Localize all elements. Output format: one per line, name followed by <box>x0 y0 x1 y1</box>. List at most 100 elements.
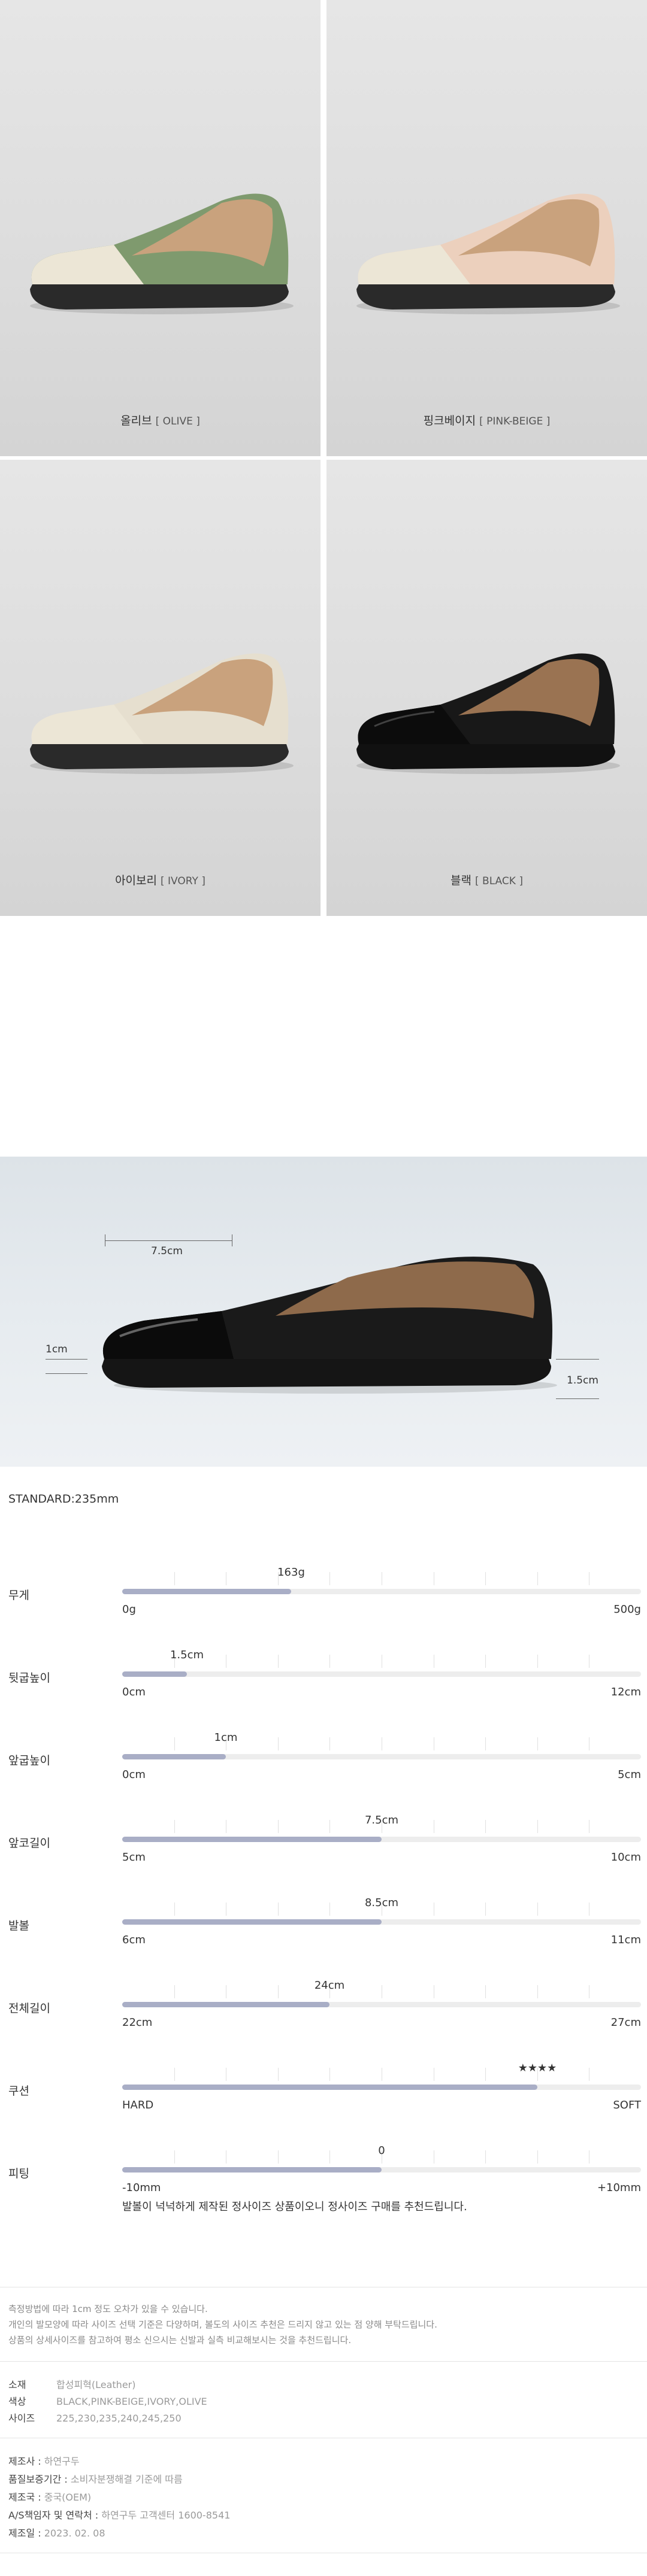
spec-tick <box>174 1985 175 1998</box>
maker-key: A/S책임자 및 연락처 : <box>8 2510 102 2521</box>
product-detail-page: 올리브[ OLIVE ] 핑크베이지[ PINK-BEIGE ] 아이보리 [… <box>0 0 647 2576</box>
spec-tick <box>329 1655 330 1668</box>
spec-max: 500g <box>613 1603 641 1616</box>
color-option-ivory[interactable]: 아이보리 [ IVORY ] <box>0 460 321 916</box>
spec-tick <box>278 1903 279 1916</box>
color-option-olive[interactable]: 올리브[ OLIVE ] <box>0 0 321 456</box>
spec-fill <box>122 1754 226 1759</box>
spec-max: 12cm <box>610 1686 641 1698</box>
spec-tick <box>537 1903 538 1916</box>
toe-height-label: 1cm <box>46 1343 68 1355</box>
maker-value: 2023. 02. 08 <box>44 2528 105 2539</box>
spec-value: 1.5cm <box>170 1649 204 1661</box>
spec-row: 전체길이 24cm 22cm 27cm <box>0 1970 647 2035</box>
spec-tick <box>537 1655 538 1668</box>
color-name-ko: 핑크베이지 <box>423 414 476 427</box>
spec-value: 8.5cm <box>364 1897 399 1909</box>
spec-track <box>122 1671 641 1677</box>
spec-tick <box>329 1820 330 1833</box>
info-key: 소재 <box>8 2379 26 2390</box>
spec-tick <box>174 1820 175 1833</box>
color-option-pink-beige[interactable]: 핑크베이지[ PINK-BEIGE ] <box>326 0 647 456</box>
color-name-en: [ IVORY ] <box>161 875 205 887</box>
spec-fill <box>122 1919 382 1925</box>
spec-label: 쿠션 <box>8 2085 29 2098</box>
spec-min: 0cm <box>122 1686 146 1698</box>
spec-tick <box>174 1572 175 1585</box>
spec-label: 무게 <box>8 1589 29 1602</box>
toe-length-line <box>105 1240 232 1241</box>
maker-row: 품질보증기간 : 소비자분쟁해결 기준에 따름 <box>8 2471 183 2486</box>
spec-tick <box>329 2150 330 2164</box>
spec-max: +10mm <box>597 2181 641 2194</box>
shoe-image <box>356 653 620 774</box>
spec-label: 피팅 <box>8 2167 29 2180</box>
spec-tick <box>329 1572 330 1585</box>
spec-track <box>122 1919 641 1925</box>
color-caption: 핑크베이지[ PINK-BEIGE ] <box>326 412 647 428</box>
info-value: BLACK,PINK-BEIGE,IVORY,OLIVE <box>56 2396 207 2407</box>
spec-tick <box>537 1737 538 1750</box>
spec-tick <box>329 2068 330 2081</box>
spec-tick <box>278 1985 279 1998</box>
maker-value: 하연구두 고객센터 1600-8541 <box>101 2510 231 2521</box>
color-name-ko: 올리브 <box>120 414 152 427</box>
spec-max: 5cm <box>618 1768 641 1781</box>
maker-key: 품질보증기간 : <box>8 2474 71 2485</box>
maker-value: 중국(OEM) <box>44 2492 92 2503</box>
dimension-tick <box>46 1359 87 1360</box>
fit-note: 발볼이 넉넉하게 제작된 정사이즈 상품이오니 정사이즈 구매를 추천드립니다. <box>122 2201 467 2213</box>
spec-value: ★★★★ <box>518 2062 557 2074</box>
spec-tick <box>537 1572 538 1585</box>
info-row-material: 소재 합성피혁(Leather) <box>8 2377 135 2391</box>
spec-tick <box>174 1737 175 1750</box>
spec-fill <box>122 1589 291 1594</box>
spec-track <box>122 1837 641 1842</box>
spec-track <box>122 2002 641 2007</box>
spec-tick <box>485 2068 486 2081</box>
spec-max: 10cm <box>610 1851 641 1864</box>
spec-tick <box>485 1985 486 1998</box>
spec-tick <box>485 2150 486 2164</box>
spec-tick <box>174 2068 175 2081</box>
spec-row: 뒷굽높이 1.5cm 0cm 12cm <box>0 1639 647 1705</box>
dimension-tick <box>46 1373 87 1374</box>
color-name-en: [ OLIVE ] <box>155 415 200 427</box>
spec-tick <box>278 2150 279 2164</box>
shoe-image <box>102 1257 557 1394</box>
spec-max: SOFT <box>613 2099 641 2111</box>
spec-tick <box>537 1820 538 1833</box>
spec-track <box>122 1589 641 1594</box>
spec-value: 163g <box>277 1566 305 1579</box>
info-value: 225,230,235,240,245,250 <box>56 2413 182 2424</box>
color-name-ko: 블랙 <box>451 874 471 887</box>
spec-label: 발볼 <box>8 1919 29 1932</box>
info-row-color: 색상 BLACK,PINK-BEIGE,IVORY,OLIVE <box>8 2393 207 2408</box>
info-value: 합성피혁(Leather) <box>56 2379 136 2390</box>
spec-max: 11cm <box>610 1934 641 1946</box>
spec-min: 0g <box>122 1603 136 1616</box>
color-options-grid: 올리브[ OLIVE ] 핑크베이지[ PINK-BEIGE ] 아이보리 [… <box>0 0 647 916</box>
info-key: 색상 <box>8 2396 26 2407</box>
divider <box>0 2361 647 2362</box>
standard-size: STANDARD:235mm <box>8 1492 119 1506</box>
color-name-ko: 아이보리 <box>115 874 157 887</box>
spec-tick <box>329 1903 330 1916</box>
shoe-image <box>30 653 294 774</box>
spec-row: 무게 163g 0g 500g <box>0 1556 647 1622</box>
spec-fill <box>122 1837 382 1842</box>
spec-fill <box>122 2002 329 2007</box>
spec-row: 쿠션 ★★★★ HARD SOFT <box>0 2052 647 2118</box>
disclaimer-line: 상품의 상세사이즈를 참고하여 평소 신으시는 신발과 실측 비교해보시는 것을… <box>8 2335 352 2346</box>
dimension-tick <box>556 1398 599 1399</box>
shoe-image <box>30 193 294 314</box>
spec-fill <box>122 1671 187 1677</box>
spec-ticks <box>122 2068 641 2081</box>
spec-tick <box>278 1820 279 1833</box>
maker-row: 제조사 : 하연구두 <box>8 2453 80 2468</box>
maker-key: 제조국 : <box>8 2492 44 2503</box>
spec-max: 27cm <box>610 2016 641 2029</box>
color-option-black[interactable]: 블랙 [ BLACK ] <box>326 460 647 916</box>
spec-label: 앞굽높이 <box>8 1754 50 1767</box>
spec-min: 22cm <box>122 2016 153 2029</box>
